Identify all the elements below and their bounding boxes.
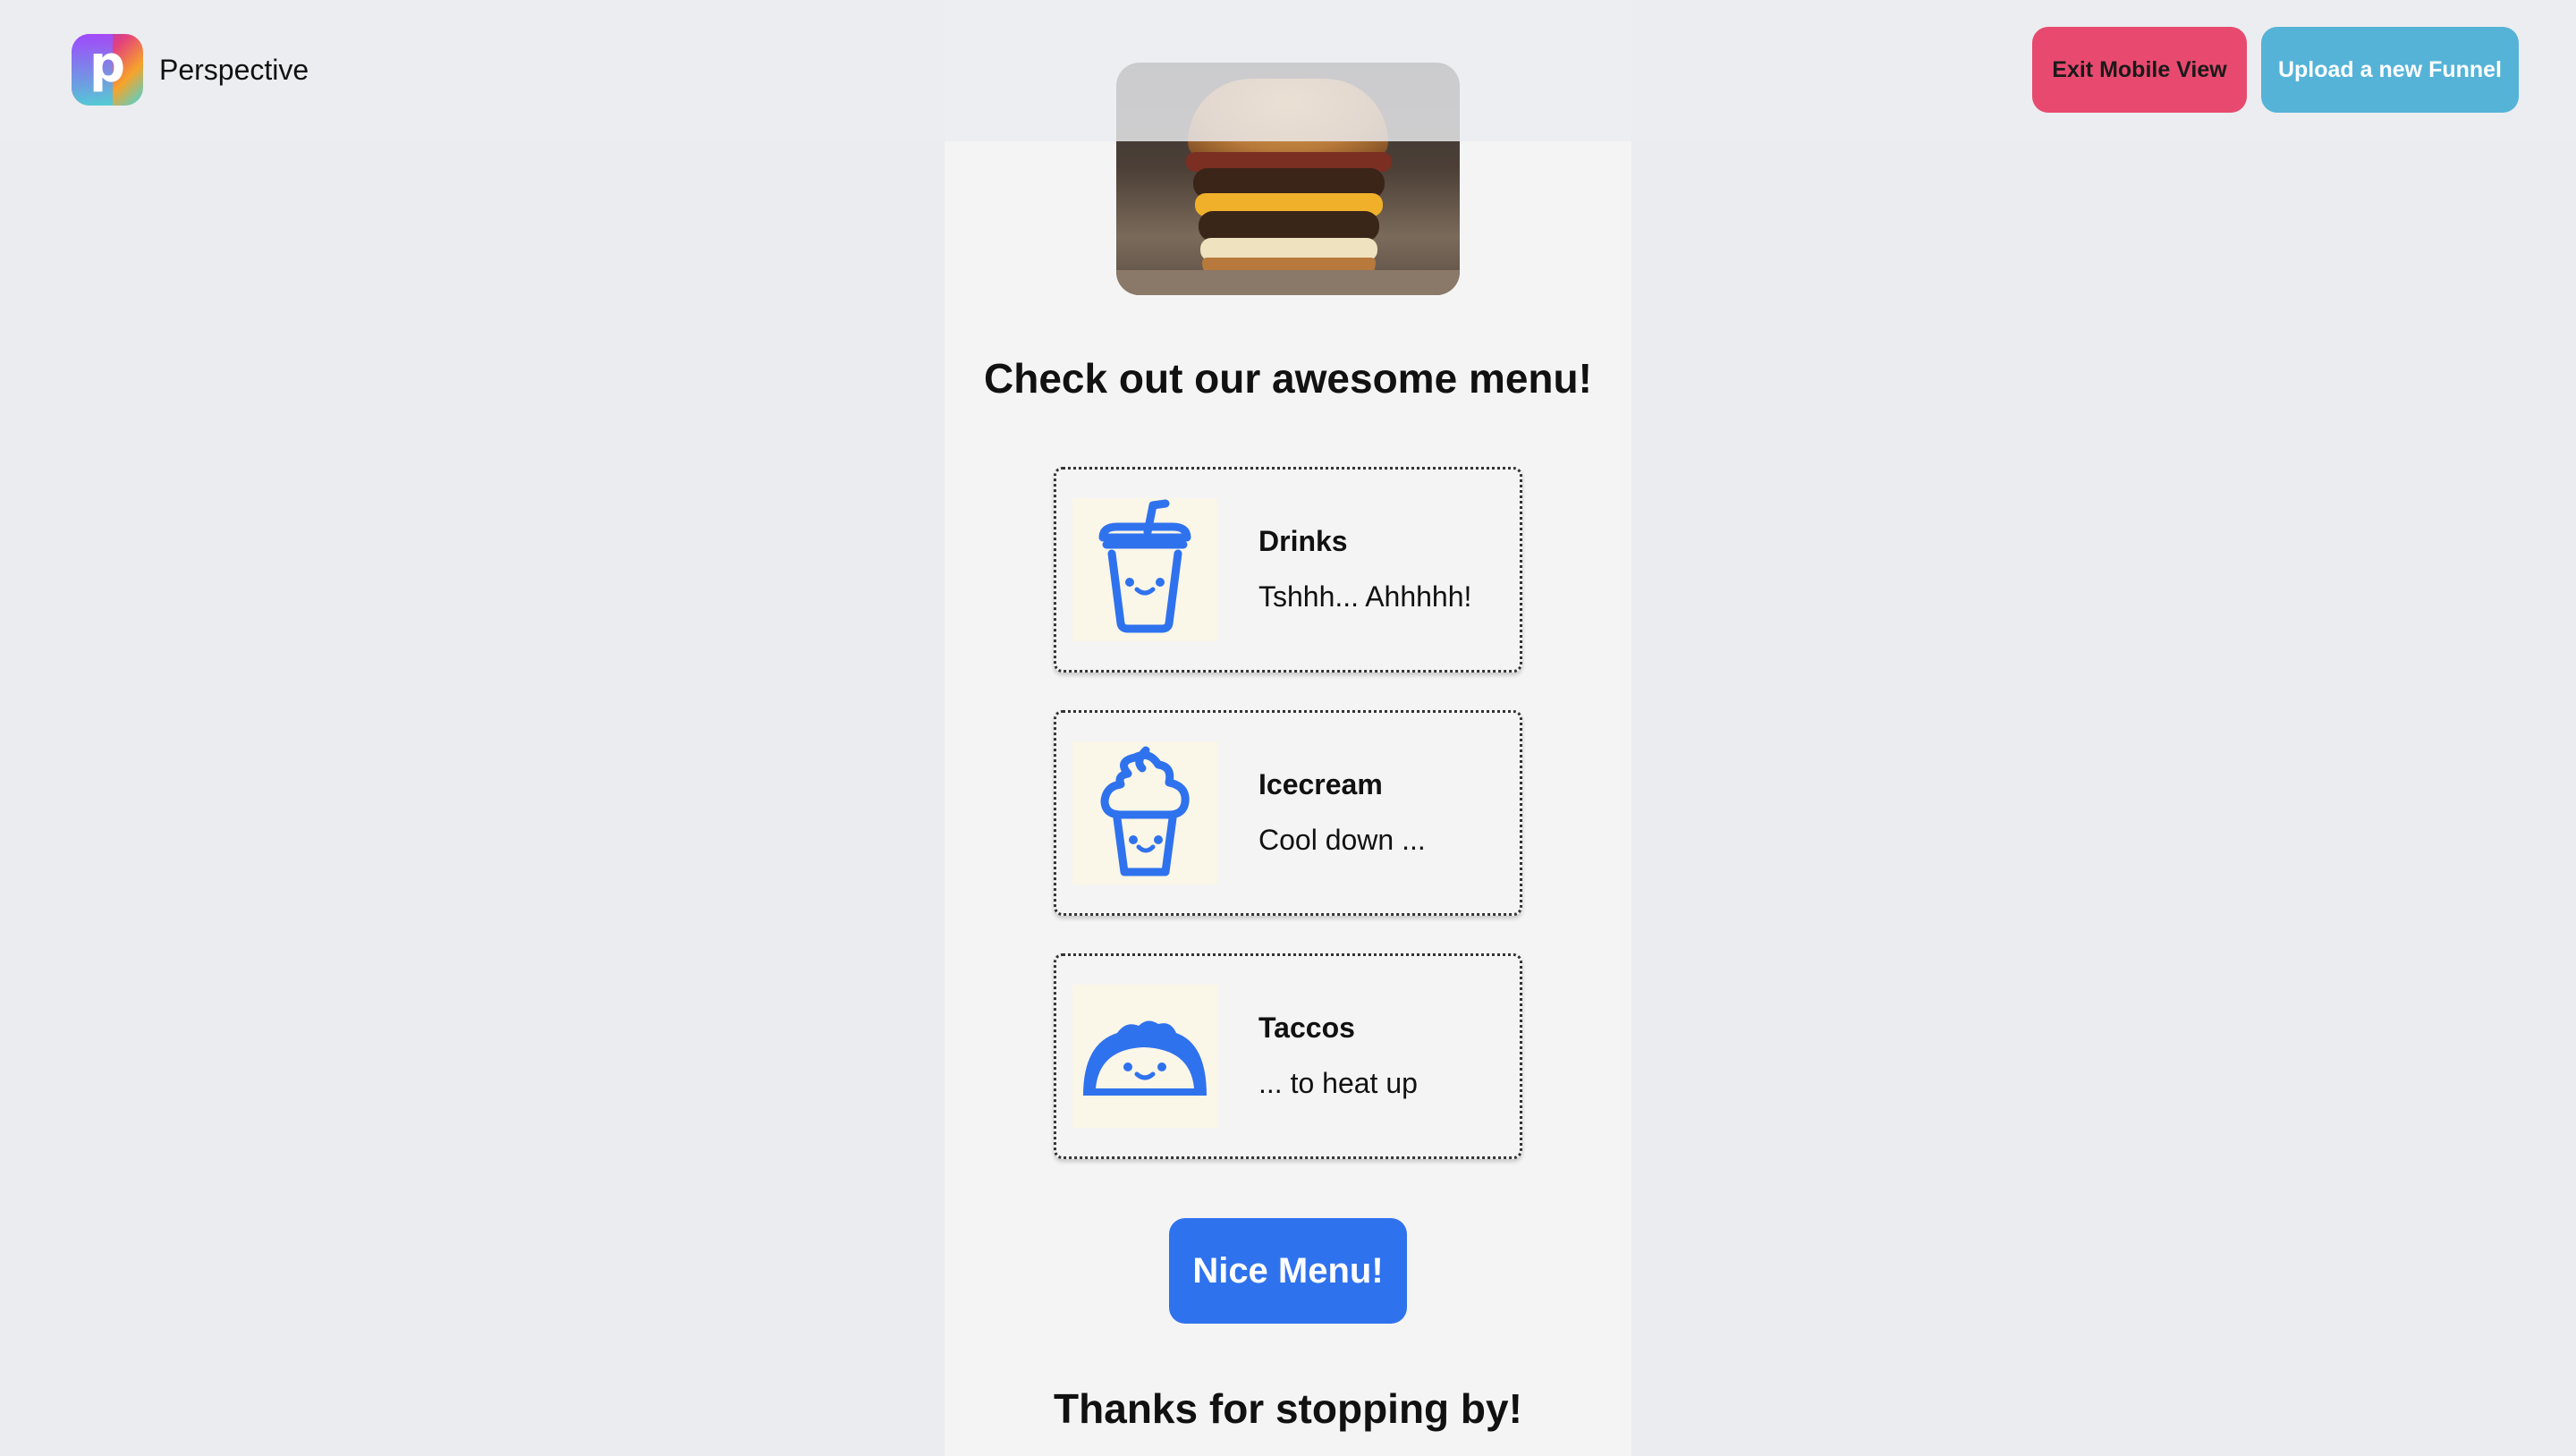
cup-icon bbox=[1072, 498, 1217, 641]
perspective-logo-icon: p bbox=[72, 34, 143, 106]
icecream-icon bbox=[1072, 741, 1217, 885]
mobile-preview: Check out our awesome menu! Drinks Tshhh… bbox=[945, 0, 1631, 1456]
menu-card-title: Icecream bbox=[1258, 768, 1383, 800]
menu-card-description: Cool down ... bbox=[1258, 824, 1426, 856]
menu-card-taccos[interactable]: Taccos ... to heat up bbox=[1054, 953, 1522, 1159]
menu-card-drinks[interactable]: Drinks Tshhh... Ahhhhh! bbox=[1054, 467, 1522, 673]
menu-title: Check out our awesome menu! bbox=[984, 355, 1592, 402]
menu-card-description: ... to heat up bbox=[1258, 1067, 1418, 1099]
logo-letter: p bbox=[89, 36, 126, 94]
nice-menu-button[interactable]: Nice Menu! bbox=[1169, 1218, 1407, 1324]
menu-card-title: Drinks bbox=[1258, 525, 1348, 557]
exit-mobile-view-button[interactable]: Exit Mobile View bbox=[2032, 27, 2247, 113]
menu-card-icecream[interactable]: Icecream Cool down ... bbox=[1054, 710, 1522, 916]
thanks-message: Thanks for stopping by! bbox=[1054, 1385, 1522, 1432]
taco-icon bbox=[1072, 985, 1217, 1128]
menu-card-description: Tshhh... Ahhhhh! bbox=[1258, 580, 1472, 613]
top-bar: p Perspective Exit Mobile View Upload a … bbox=[0, 0, 2576, 141]
upload-funnel-button[interactable]: Upload a new Funnel bbox=[2261, 27, 2519, 113]
brand-name: Perspective bbox=[159, 53, 309, 86]
brand[interactable]: p Perspective bbox=[72, 34, 309, 106]
menu-card-title: Taccos bbox=[1258, 1012, 1355, 1044]
